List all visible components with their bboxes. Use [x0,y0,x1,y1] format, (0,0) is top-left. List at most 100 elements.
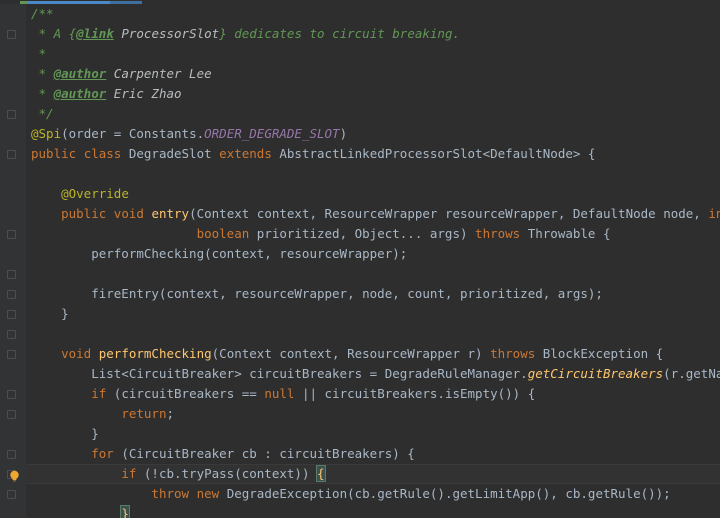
code-line[interactable]: /** [26,4,720,24]
code-fold-marker-icon[interactable] [7,490,16,499]
code-token: } [31,306,69,321]
code-token: * [31,86,54,101]
code-token [76,146,84,161]
fold-marker-box [7,330,16,339]
code-token: * [31,46,46,61]
code-line[interactable]: */ [26,104,720,124]
code-line[interactable]: } [26,304,720,324]
code-line[interactable]: performChecking(context, resourceWrapper… [26,244,720,264]
code-token: BlockException { [535,346,663,361]
code-token: = [106,126,129,141]
code-token [31,466,121,481]
code-token: performChecking(context, resourceWrapper… [31,246,407,261]
code-fold-marker-icon[interactable] [7,150,16,159]
selection-segment-blue-dim [110,1,142,4]
code-token: @link [76,26,114,41]
code-token: /** [31,6,54,21]
code-token: throw [151,486,189,501]
code-line[interactable]: * @author Eric Zhao [26,84,720,104]
code-line[interactable]: throw new DegradeException(cb.getRule().… [26,484,720,504]
code-token: DegradeException(cb.getRule().getLimitAp… [219,486,671,501]
code-token: * [31,26,54,41]
selection-indicator-bar [0,0,720,4]
editor-gutter[interactable] [0,0,26,518]
code-token: entry [151,206,189,221]
code-line[interactable]: for (CircuitBreaker cb : circuitBreakers… [26,444,720,464]
code-fold-marker-icon[interactable] [7,330,16,339]
code-token [189,486,197,501]
code-token: ) [340,126,348,141]
code-token: (Context context, ResourceWrapper r) [212,346,490,361]
code-token [31,386,91,401]
code-token: A [54,26,69,41]
code-token: || circuitBreakers.isEmpty()) { [294,386,535,401]
code-surface[interactable]: /** * A {@link ProcessorSlot} dedicates … [26,0,720,518]
code-token: void [114,206,144,221]
code-token: prioritized, Object... args) [249,226,475,241]
code-line[interactable]: List<CircuitBreaker> circuitBreakers = D… [26,364,720,384]
fold-marker-box [7,270,16,279]
code-fold-marker-icon[interactable] [7,390,16,399]
code-line[interactable]: boolean prioritized, Object... args) thr… [26,224,720,244]
code-token: void [61,346,91,361]
code-fold-marker-icon[interactable] [7,310,16,319]
code-line[interactable] [26,264,720,284]
code-token: return [121,406,166,421]
code-token: performChecking [99,346,212,361]
code-line[interactable]: @Override [26,184,720,204]
code-line[interactable]: } [26,504,720,518]
code-line[interactable] [26,324,720,344]
code-line[interactable]: } [26,424,720,444]
code-token: getCircuitBreakers [528,366,663,381]
code-token: Eric Zhao [106,86,181,101]
code-token: @Override [61,186,129,201]
fold-marker-box [7,110,16,119]
code-token [31,226,197,241]
code-fold-marker-icon[interactable] [7,270,16,279]
code-token: (CircuitBreaker cb : circuitBreakers) { [114,446,415,461]
code-line[interactable]: public class DegradeSlot extends Abstrac… [26,144,720,164]
code-editor[interactable]: /** * A {@link ProcessorSlot} dedicates … [0,0,720,518]
code-token [31,346,61,361]
code-token: AbstractLinkedProcessorSlot<DefaultNode>… [272,146,596,161]
fold-marker-box [7,150,16,159]
code-token: } [121,506,129,518]
fold-marker-box [7,230,16,239]
fold-marker-box [7,490,16,499]
fold-marker-box [7,310,16,319]
code-line[interactable]: * A {@link ProcessorSlot} dedicates to c… [26,24,720,44]
fold-marker-box [7,350,16,359]
code-fold-marker-icon[interactable] [7,450,16,459]
code-token [91,346,99,361]
fold-marker-box [7,450,16,459]
code-line[interactable]: * @author Carpenter Lee [26,64,720,84]
code-line[interactable]: if (!cb.tryPass(context)) { [26,464,720,484]
code-token: } [31,426,99,441]
code-text[interactable]: /** * A {@link ProcessorSlot} dedicates … [26,4,720,518]
code-line[interactable]: if (circuitBreakers == null || circuitBr… [26,384,720,404]
code-token: public [61,206,106,221]
intention-bulb-icon[interactable] [9,468,20,481]
code-token: if [121,466,136,481]
code-token [31,446,91,461]
code-fold-marker-icon[interactable] [7,350,16,359]
code-fold-marker-icon[interactable] [7,290,16,299]
code-token: new [197,486,220,501]
code-fold-marker-icon[interactable] [7,110,16,119]
code-token: if [91,386,106,401]
code-fold-marker-icon[interactable] [7,30,16,39]
code-fold-marker-icon[interactable] [7,410,16,419]
code-line[interactable]: @Spi(order = Constants.ORDER_DEGRADE_SLO… [26,124,720,144]
code-line[interactable]: void performChecking(Context context, Re… [26,344,720,364]
code-line[interactable]: fireEntry(context, resourceWrapper, node… [26,284,720,304]
code-line[interactable] [26,164,720,184]
code-token: throws [475,226,520,241]
code-fold-marker-icon[interactable] [7,230,16,239]
code-line[interactable]: public void entry(Context context, Resou… [26,204,720,224]
code-token: (circuitBreakers == [106,386,264,401]
selection-segment-blue [27,1,110,4]
code-line[interactable]: * [26,44,720,64]
code-token: @author [54,86,107,101]
code-token: ; [166,406,174,421]
code-line[interactable]: return; [26,404,720,424]
